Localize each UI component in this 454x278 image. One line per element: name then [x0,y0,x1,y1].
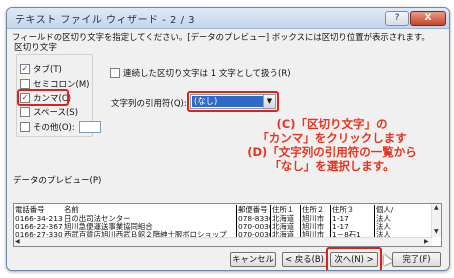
close-button[interactable]: X [410,11,446,26]
other-delimiter-label: その他(O): [33,122,75,133]
preview-cell: 電話番号 [15,205,45,214]
annotation-line-2: 「カンマ」をクリックします [257,131,407,145]
column-separator [270,205,271,214]
preview-cell: 住所２ [302,205,325,214]
preview-cell: 住所３ [332,205,355,214]
scroll-up-icon[interactable]: ▲ [434,204,439,211]
text-qualifier-select[interactable]: (なし) ▼ [190,94,276,109]
scroll-left-icon[interactable]: ◀ [15,238,20,245]
column-separator [374,205,375,214]
cancel-button[interactable]: キャンセル [230,252,276,267]
text-qualifier-label: 文字列の引用符(Q): [111,99,187,109]
text-qualifier-value: (なし) [192,96,264,107]
preview-cell: 住所１ [272,205,295,214]
instruction-text: フィールドの区切り文字を指定してください。[データのプレビュー] ボックスには区… [12,32,430,42]
tab-delimiter-label: タブ(T) [33,64,62,75]
wizard-body: フィールドの区切り文字を指定してください。[データのプレビュー] ボックスには区… [7,29,449,270]
space-delimiter-checkbox[interactable]: スペース(S) [20,106,79,118]
data-preview-box[interactable]: 電話番号 名前 郵便番号 住所１ 住所２ 住所３ 個人/ 0166-34-213… [13,203,442,247]
window-title: テキスト ファイル ウィザード - 2 / 3 [15,15,195,26]
checkbox-box[interactable] [20,106,30,117]
preview-cell: 個人/ [376,205,394,214]
tab-delimiter-checkbox[interactable]: ✓ タブ(T) [20,63,62,75]
title-bar[interactable]: テキスト ファイル ウィザード - 2 / 3 ? X [7,8,449,29]
preview-cell: 名前 [64,205,79,214]
delimiter-group-label: 区切り文字 [13,41,58,53]
consecutive-delimiters-checkbox[interactable]: 連続した区切り文字は 1 文字として扱う(R) [110,67,291,79]
column-separator [330,205,331,214]
comma-delimiter-checkbox[interactable]: ✓ カンマ(C) [20,92,72,104]
chevron-down-icon[interactable]: ▼ [263,95,275,108]
annotation-line-4: 「なし」を選択します。 [269,159,395,173]
scroll-right-icon[interactable]: ▶ [424,238,429,245]
checkbox-box[interactable] [110,67,120,78]
semicolon-delimiter-label: セミコロン(M) [33,79,90,90]
preview-cell: 郵便番号 [238,205,268,214]
annotation-line-3: (D)「文字列の引用符の一覧から [247,145,417,159]
comma-delimiter-label: カンマ(C) [33,93,72,104]
finish-button[interactable]: 完了(F) [392,252,441,267]
back-button[interactable]: < 戻る(B) [282,252,327,267]
checkbox-box[interactable]: ✓ [20,63,30,74]
next-button[interactable]: 次へ(N) > [330,252,378,267]
other-delimiter-checkbox[interactable]: その他(O): [20,120,101,133]
preview-horizontal-scrollbar[interactable]: ◀ ▶ [14,237,432,246]
consecutive-delimiters-label: 連続した区切り文字は 1 文字として扱う(R) [123,68,291,79]
column-separator [236,205,237,214]
other-delimiter-input[interactable] [78,120,101,133]
annotation-callout: (C)「区切り文字」の 「カンマ」をクリックします (D)「文字列の引用符の一覧… [217,117,447,173]
checkbox-box[interactable]: ✓ [20,92,30,103]
text-import-wizard-window: テキスト ファイル ウィザード - 2 / 3 ? X フィールドの区切り文字を… [6,7,450,271]
column-separator [300,205,301,214]
annotation-line-1: (C)「区切り文字」の [276,117,388,131]
space-delimiter-label: スペース(S) [33,107,79,118]
semicolon-delimiter-checkbox[interactable]: セミコロン(M) [20,78,90,90]
checkbox-box[interactable] [20,78,30,89]
preview-label: データのプレビュー(P) [13,176,102,186]
checkbox-box[interactable] [20,121,30,132]
preview-vertical-scrollbar[interactable]: ▲ ▼ [431,204,441,237]
help-button[interactable]: ? [385,11,409,26]
scroll-down-icon[interactable]: ▼ [434,228,439,235]
